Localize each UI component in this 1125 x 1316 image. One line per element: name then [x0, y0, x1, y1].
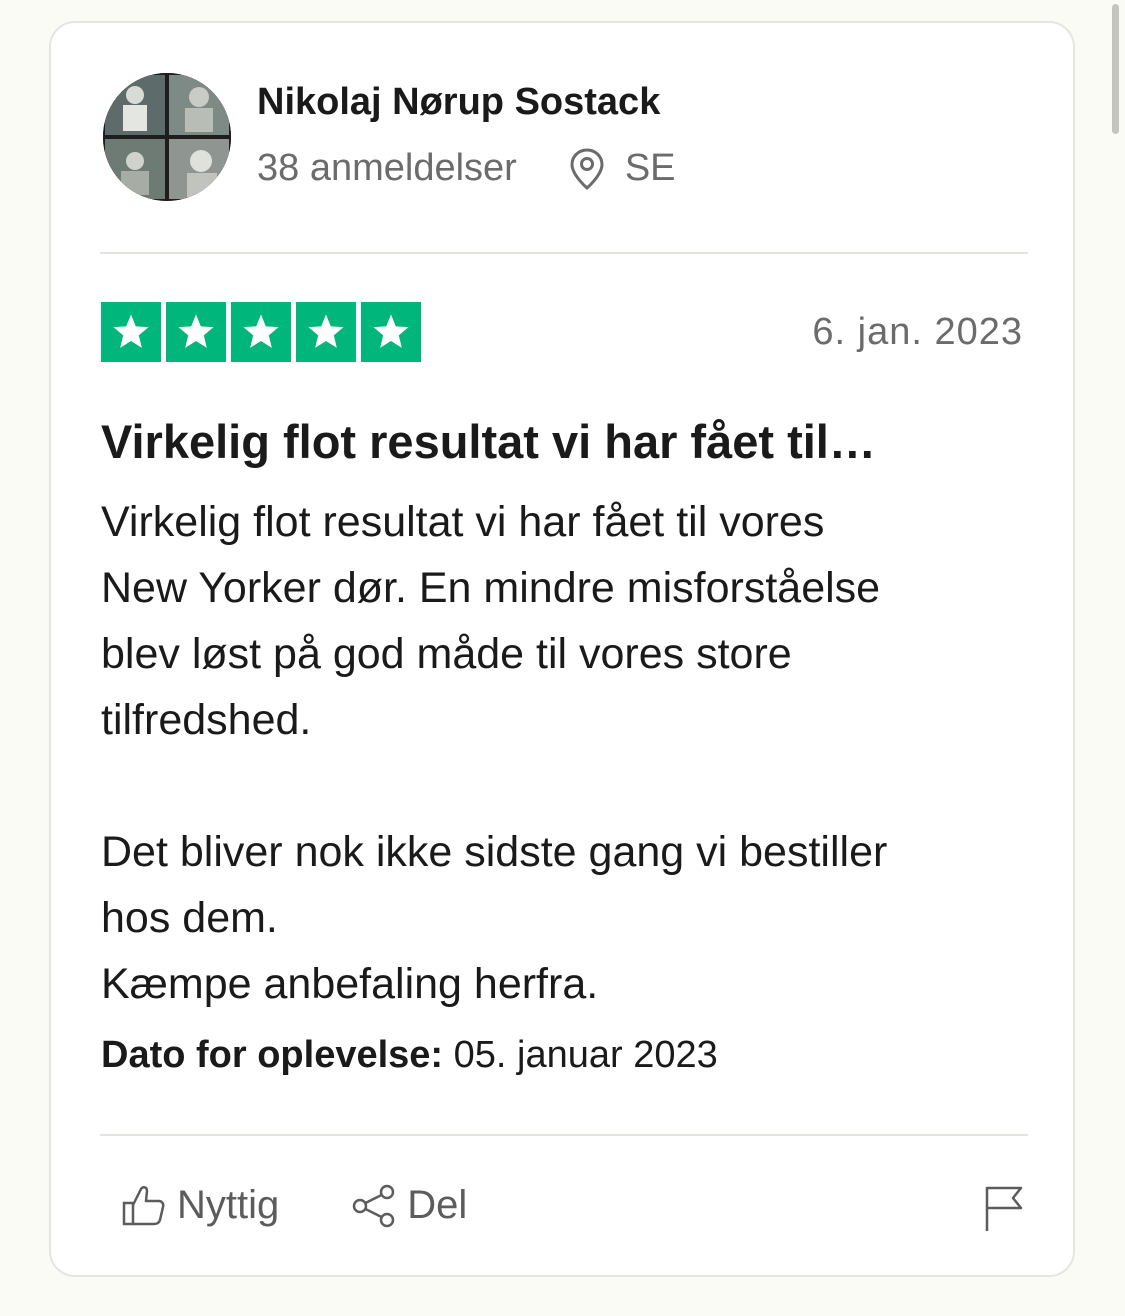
star-rating [101, 302, 421, 362]
reviews-count: 38 anmeldelser [257, 147, 517, 189]
share-label: Del [407, 1183, 468, 1227]
review-body: Virkelig flot resultat vi har fået til v… [101, 489, 1031, 1017]
review-body-line: Kæmpe anbefaling herfra. [101, 960, 599, 1008]
star-icon [373, 314, 409, 348]
flag-icon [985, 1186, 1023, 1231]
star-icon [178, 314, 214, 348]
star-icon [113, 314, 149, 348]
review-body-line: New Yorker dør. En mindre misforståelse [101, 564, 881, 612]
review-title[interactable]: Virkelig flot resultat vi har fået til… [101, 414, 876, 469]
rating-star [101, 302, 161, 362]
reviewer-avatar[interactable] [103, 73, 231, 201]
report-button[interactable] [983, 1183, 1025, 1238]
thumbs-up-icon [122, 1185, 165, 1225]
rating-star [166, 302, 226, 362]
review-body-line: Virkelig flot resultat vi har fået til v… [101, 498, 825, 546]
useful-button[interactable]: Nyttig [121, 1183, 279, 1228]
share-button[interactable]: Del [351, 1183, 467, 1228]
share-icon [353, 1184, 395, 1227]
star-icon [243, 314, 279, 348]
review-body-line: blev løst på god måde til vores store [101, 630, 792, 678]
header-divider [100, 252, 1028, 254]
experience-date-value: 05. januar 2023 [453, 1034, 718, 1076]
review-actions: Nyttig Del [121, 1183, 467, 1228]
review-date: 6. jan. 2023 [812, 311, 1023, 353]
reviewer-location: SE [569, 147, 676, 190]
useful-label: Nyttig [177, 1183, 280, 1227]
review-body-line: Det bliver nok ikke sidste gang vi besti… [101, 828, 888, 876]
reviewer-country: SE [624, 147, 676, 189]
map-pin-icon [570, 147, 604, 190]
date-of-experience: Dato for oplevelse: 05. januar 2023 [101, 1034, 718, 1077]
reviewer-meta: 38 anmeldelser SE [257, 147, 676, 190]
reviewer-name[interactable]: Nikolaj Nørup Sostack [257, 81, 660, 124]
page-scrollbar[interactable] [1112, 4, 1119, 134]
avatar-image [103, 73, 231, 201]
rating-star [231, 302, 291, 362]
review-body-line: tilfredshed. [101, 696, 312, 744]
star-icon [308, 314, 344, 348]
review-card: Nikolaj Nørup Sostack 38 anmeldelser SE … [49, 21, 1075, 1277]
footer-divider [100, 1134, 1028, 1136]
rating-star [296, 302, 356, 362]
review-body-line: hos dem. [101, 894, 278, 942]
rating-star [361, 302, 421, 362]
experience-date-label: Dato for oplevelse: [101, 1034, 444, 1076]
